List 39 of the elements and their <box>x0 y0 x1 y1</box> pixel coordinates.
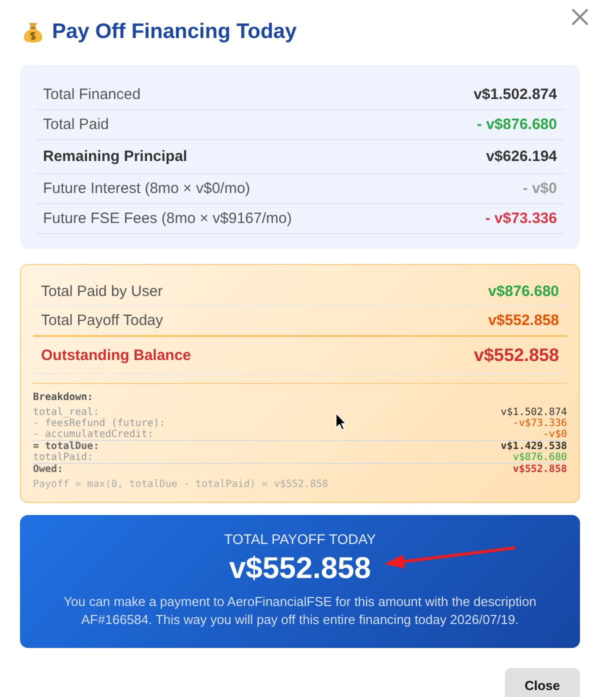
breakdown-label: Owed: <box>33 464 64 475</box>
breakdown-value: -v$0 <box>542 429 567 440</box>
summary-value: - v$0 <box>522 180 557 197</box>
breakdown-value: v$1.429.538 <box>500 441 567 452</box>
dismiss-button[interactable] <box>572 9 588 25</box>
balance-value: v$552.858 <box>474 344 559 366</box>
close-icon <box>572 9 588 25</box>
breakdown-label: total_real: <box>33 407 100 418</box>
summary-label: Future FSE Fees (8mo × v$9167/mo) <box>43 210 292 227</box>
balance-value: v$552.858 <box>488 312 559 329</box>
summary-label: Total Paid <box>43 116 109 133</box>
summary-value: v$1.502.874 <box>474 86 557 103</box>
breakdown-heading: Breakdown: <box>33 392 94 403</box>
summary-value: v$626.194 <box>486 148 557 165</box>
dialog-title: Pay Off Financing Today <box>52 19 297 45</box>
balance-value: v$876.680 <box>488 282 559 300</box>
breakdown-label: - feesRefund (future): <box>33 418 166 429</box>
breakdown-value: v$1.502.874 <box>500 407 567 418</box>
balance-label: Total Payoff Today <box>41 312 164 329</box>
summary-label: Total Financed <box>43 86 141 103</box>
breakdown-label: = totalDue: <box>33 441 100 452</box>
breakdown-value: -v$73.336 <box>512 418 567 429</box>
balance-label: Total Paid by User <box>41 282 163 300</box>
summary-label: Remaining Principal <box>43 148 188 165</box>
breakdown-value: v$552.858 <box>512 464 567 475</box>
summary-value: - v$876.680 <box>476 116 557 133</box>
payoff-amount: v$552.858 <box>229 551 371 587</box>
close-button[interactable]: Close <box>504 668 580 697</box>
summary-value: - v$73.336 <box>485 210 557 227</box>
balance-label: Outstanding Balance <box>41 346 192 364</box>
cursor-icon <box>335 412 347 431</box>
breakdown-value: v$876.680 <box>512 452 567 463</box>
money-bag-icon <box>22 21 44 43</box>
breakdown-label: - accumulatedCredit: <box>33 429 154 440</box>
payoff-formula: Payoff = max(0, totalDue - totalPaid) = v$552.858 <box>33 479 328 490</box>
breakdown-label: totalPaid: <box>33 452 94 463</box>
payoff-caption: TOTAL PAYOFF TODAY <box>224 531 376 548</box>
payoff-note: You can make a payment to AeroFinancialFSE for this amount with the description AF#166584. This way you will pay off this entire financing today 2026/07/19. <box>62 593 538 629</box>
summary-label: Future Interest (8mo × v$0/mo) <box>43 180 250 197</box>
